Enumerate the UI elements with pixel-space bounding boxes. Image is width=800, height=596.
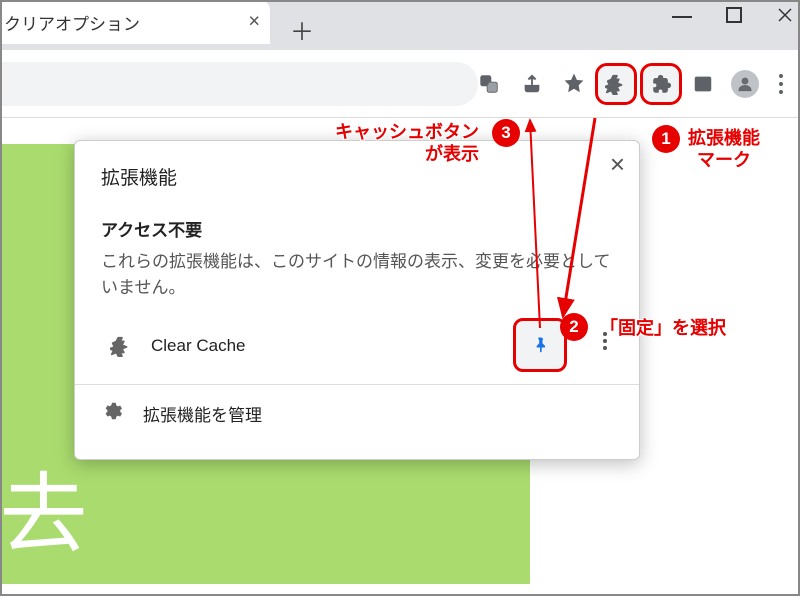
annotation-badge-1: 1 xyxy=(652,125,680,153)
bookmark-star-icon[interactable] xyxy=(553,63,595,105)
titlebar: クリアオプション × ＋ xyxy=(0,0,800,50)
kebab-menu-icon[interactable] xyxy=(766,63,796,105)
page-decorative-text: i去 xyxy=(0,444,88,571)
annotation-label-1: 拡張機能 マーク xyxy=(688,128,760,171)
translate-icon[interactable]: A xyxy=(468,63,510,105)
profile-avatar[interactable] xyxy=(724,63,766,105)
new-tab-button[interactable]: ＋ xyxy=(290,12,314,47)
tab-title: クリアオプション xyxy=(4,10,140,35)
pin-button[interactable] xyxy=(513,318,567,372)
close-tab-icon[interactable]: × xyxy=(248,11,260,34)
divider xyxy=(75,384,639,385)
extension-name: Clear Cache xyxy=(151,336,246,356)
annotation-badge-3: 3 xyxy=(492,119,520,147)
popup-section-description: これらの拡張機能は、このサイトの情報の表示、変更を必要としていません。 xyxy=(101,249,613,300)
extension-row[interactable]: Clear Cache xyxy=(101,322,613,370)
toolbar: A xyxy=(0,50,800,118)
annotation-label-3: キャッシュボタン が表示 xyxy=(335,122,479,165)
window-controls xyxy=(638,6,794,24)
popup-close-icon[interactable]: × xyxy=(610,149,625,180)
omnibox[interactable] xyxy=(0,62,478,106)
popup-section-title: アクセス不要 xyxy=(101,216,613,241)
gear-icon xyxy=(101,400,123,427)
maximize-button[interactable] xyxy=(726,7,742,23)
minimize-button[interactable] xyxy=(672,12,692,18)
popup-title: 拡張機能 xyxy=(101,163,613,190)
browser-tab[interactable]: クリアオプション × xyxy=(0,0,270,44)
window-close-button[interactable] xyxy=(776,6,794,24)
annotation-label-2: 「固定」を選択 xyxy=(600,318,726,340)
share-icon[interactable] xyxy=(511,63,553,105)
recycle-icon xyxy=(101,335,141,357)
toolbar-icons: A xyxy=(468,62,796,106)
clear-cache-extension-icon[interactable] xyxy=(595,63,637,105)
annotation-badge-2: 2 xyxy=(560,313,588,341)
extensions-puzzle-icon[interactable] xyxy=(640,63,682,105)
manage-extensions-row[interactable]: 拡張機能を管理 xyxy=(101,391,613,435)
sidepanel-icon[interactable] xyxy=(682,63,724,105)
svg-text:A: A xyxy=(484,77,489,86)
manage-extensions-label: 拡張機能を管理 xyxy=(143,401,262,426)
extensions-popup: × 拡張機能 アクセス不要 これらの拡張機能は、このサイトの情報の表示、変更を必… xyxy=(74,140,640,460)
